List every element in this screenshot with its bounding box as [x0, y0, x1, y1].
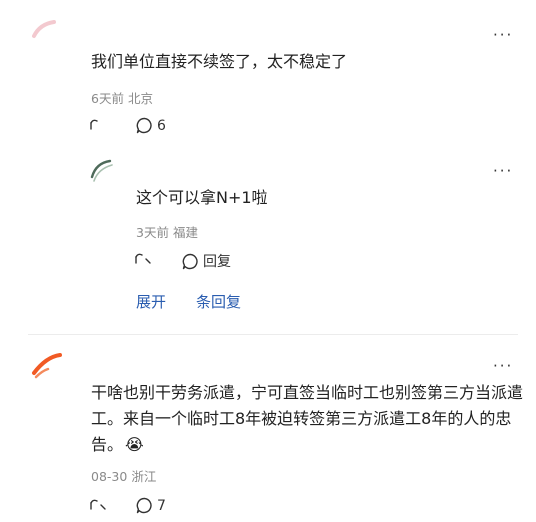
comment-count: 6 [157, 117, 166, 134]
comment-text: 我们单位直接不续签了，太不稳定了 [91, 52, 348, 71]
expand-label-start: 展开 [136, 293, 167, 311]
comment-icon [136, 497, 152, 514]
comment-button[interactable]: 7 [136, 497, 166, 514]
comment-meta: 6天前 北京 [91, 88, 153, 107]
more-options-icon[interactable]: ··· [493, 164, 513, 179]
reply-text: 这个可以拿N+1啦 [136, 188, 268, 207]
reply-meta: 3天前 福建 [136, 222, 198, 241]
expand-label-end: 条回复 [196, 293, 242, 311]
comment-divider [28, 334, 518, 335]
like-icon [135, 253, 151, 264]
like-button[interactable] [89, 497, 107, 513]
comment-icon [136, 117, 152, 134]
comment-feed: ··· 我们单位直接不续签了，太不稳定了 6天前 北京 6 ··· 这个可以拿N… [0, 0, 536, 522]
reply-label: 回复 [203, 254, 231, 270]
more-options-icon[interactable]: ··· [493, 28, 513, 43]
user-avatar[interactable] [88, 155, 126, 193]
expand-replies-link[interactable]: 展开 条回复 [136, 291, 241, 312]
comment-time: 08-30 [91, 469, 128, 484]
reply-button[interactable]: 回复 [182, 251, 231, 271]
comment-body: 干啥也别干劳务派遣，宁可直签当临时工也别签第三方当派遣工。来自一个临时工8年被迫… [91, 383, 524, 454]
comment-meta: 08-30 浙江 [91, 466, 156, 485]
user-avatar[interactable] [28, 16, 74, 62]
comment-text: 干啥也别干劳务派遣，宁可直签当临时工也别签第三方当派遣工。来自一个临时工8年被迫… [91, 380, 527, 458]
user-avatar[interactable] [28, 347, 72, 391]
reply-location: 福建 [172, 225, 198, 240]
comment-location: 北京 [127, 91, 153, 106]
comment-button[interactable]: 6 [136, 117, 166, 134]
comment-count: 7 [157, 497, 166, 514]
like-button[interactable] [89, 117, 105, 133]
more-options-icon[interactable]: ··· [493, 359, 513, 374]
like-icon [90, 499, 106, 510]
like-button[interactable] [134, 251, 152, 267]
comment-time: 6天前 [91, 91, 124, 106]
comment-location: 浙江 [131, 469, 157, 484]
crying-emoji-icon: 😭 [125, 435, 144, 454]
reply-time: 3天前 [136, 225, 169, 240]
like-icon [90, 119, 98, 130]
comment-icon [182, 253, 198, 269]
